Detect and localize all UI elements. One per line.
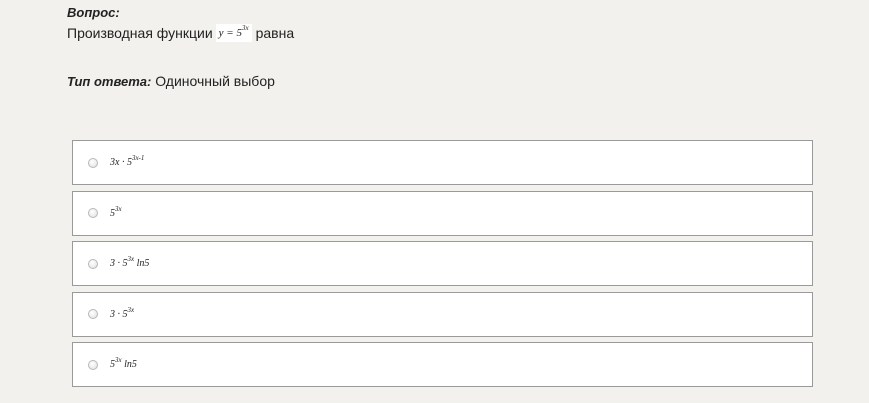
answer-option-1[interactable]: 3x · 53x-1 (72, 140, 813, 185)
answer-type-value: Одиночный выбор (155, 73, 275, 89)
option-formula-exponent: 3x (127, 255, 135, 263)
question-block: Вопрос: Производная функции y = 5 3x равн… (67, 5, 827, 42)
option-formula-base: 3 · 5 (110, 258, 128, 269)
option-formula: 53x ln5 (110, 356, 137, 371)
option-formula-exponent: 3x (115, 356, 122, 364)
radio-button[interactable] (88, 359, 98, 370)
answer-option-3[interactable]: 3 · 53x ln5 (72, 241, 813, 286)
question-label: Вопрос: (67, 5, 120, 20)
option-formula: 3 · 53x ln5 (110, 255, 150, 270)
option-formula: 53x (110, 204, 122, 219)
answer-option-4[interactable]: 3 · 53x (72, 291, 813, 337)
question-text-before: Производная функции (67, 25, 213, 41)
answer-option-5[interactable]: 53x ln5 (72, 342, 813, 387)
option-formula: 3 · 53x (110, 305, 135, 320)
option-formula-base: 3 · 5 (110, 308, 128, 320)
radio-button[interactable] (88, 258, 98, 269)
option-formula-exponent: 3x (127, 305, 135, 314)
radio-button[interactable] (88, 309, 98, 319)
option-formula: 3x · 53x-1 (110, 154, 145, 169)
question-text: Производная функции y = 5 3x равна (67, 24, 827, 42)
answer-type: Тип ответа: Одиночный выбор (67, 72, 275, 91)
option-formula-suffix: ln5 (134, 258, 150, 269)
option-formula-exponent: 3x (115, 204, 122, 213)
option-formula-suffix: ln5 (121, 359, 137, 370)
question-formula: y = 5 3x (215, 24, 252, 42)
radio-button[interactable] (88, 157, 98, 168)
option-formula-base: 3x · 5 (110, 157, 132, 168)
answer-options: 3x · 53x-1 53x 3 · 53x ln5 3 · 53x 53x l… (72, 140, 813, 393)
option-formula-exponent: 3x-1 (131, 154, 145, 162)
answer-option-2[interactable]: 53x (72, 190, 813, 236)
question-formula-base: y = 5 (218, 27, 242, 39)
question-text-after: равна (255, 25, 295, 41)
answer-type-label: Тип ответа: (67, 74, 152, 89)
radio-button[interactable] (88, 208, 98, 218)
